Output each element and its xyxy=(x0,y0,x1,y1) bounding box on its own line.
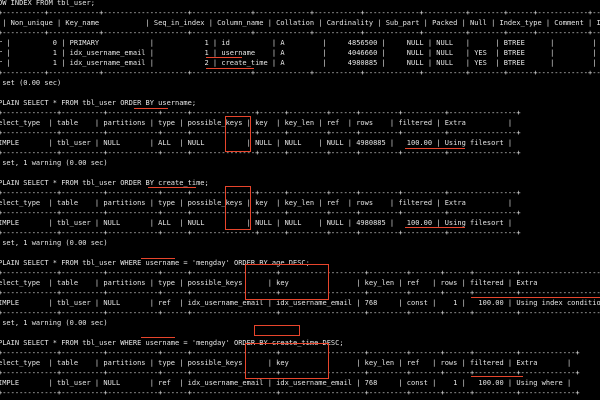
terminal-line: set, 1 warning (0.00 sec) xyxy=(0,319,108,327)
terminal-window[interactable]: OW INDEX FROM tbl_user; +----------+----… xyxy=(0,0,600,400)
terminal-line: PLAIN SELECT * FROM tbl_user ORDER BY us… xyxy=(0,99,197,107)
key-idx-username-email-box xyxy=(245,264,329,300)
terminal-line: +-------------+----------+------------+-… xyxy=(0,149,521,157)
underline-using-index-condition xyxy=(471,297,600,298)
terminal-line: elect_type | table | partitions | type |… xyxy=(0,119,513,127)
terminal-line: +-------------+----------+------------+-… xyxy=(0,129,521,137)
terminal-line: IMPLE | tbl_user | NULL | ALL | NULL | N… xyxy=(0,139,513,147)
terminal-line: +-------------+----------+------------+-… xyxy=(0,209,521,217)
terminal-line: IMPLE | tbl_user | NULL | ref | idx_user… xyxy=(0,299,600,307)
underline-where-username xyxy=(141,258,175,259)
terminal-line: set (0.00 sec) xyxy=(0,79,62,87)
terminal-line: +-------------+----------+------------+-… xyxy=(0,389,580,397)
underline-username-column xyxy=(206,57,242,58)
terminal-line: set, 1 warning (0.00 sec) xyxy=(0,159,108,167)
underline-where-username xyxy=(141,337,175,338)
key-idx-username-email-box xyxy=(245,343,329,379)
terminal-line: +-------------+----------+------------+-… xyxy=(0,229,521,237)
terminal-line: +-------------+----------+------------+-… xyxy=(0,109,521,117)
terminal-line: r | 0 | PRIMARY | 1 | id | A | 4856500 |… xyxy=(0,39,597,47)
terminal-line: IMPLE | tbl_user | NULL | ref | idx_user… xyxy=(0,379,572,387)
terminal-line: elect_type | table | partitions | type |… xyxy=(0,199,513,207)
terminal-line: +----------+------------+---------------… xyxy=(0,9,600,17)
underline-order-by-username xyxy=(134,108,168,109)
underline-using-where xyxy=(471,376,523,377)
order-by-create-time-box xyxy=(254,325,300,336)
terminal-line: +-------------+----------+------------+-… xyxy=(0,189,521,197)
key-null-box xyxy=(225,116,251,152)
terminal-line: +----------+------------+---------------… xyxy=(0,29,600,37)
terminal-line: r | 1 | idx_username_email | 2 | create_… xyxy=(0,59,597,67)
terminal-line: OW INDEX FROM tbl_user; xyxy=(0,0,95,7)
terminal-line: | Non_unique | Key_name | Seq_in_index |… xyxy=(0,19,600,27)
terminal-line: +-------------+----------+------------+-… xyxy=(0,309,600,317)
key-null-box xyxy=(225,186,251,230)
terminal-line: set, 1 warning (0.00 sec) xyxy=(0,239,108,247)
underline-order-by-create-time xyxy=(148,187,196,188)
terminal-line: +----------+------------+---------------… xyxy=(0,69,600,77)
terminal-line: r | 1 | idx_username_email | 1 | usernam… xyxy=(0,49,597,57)
underline-using-filesort xyxy=(405,227,465,228)
underline-using-filesort xyxy=(405,148,465,149)
underline-create-time-column xyxy=(206,68,254,69)
